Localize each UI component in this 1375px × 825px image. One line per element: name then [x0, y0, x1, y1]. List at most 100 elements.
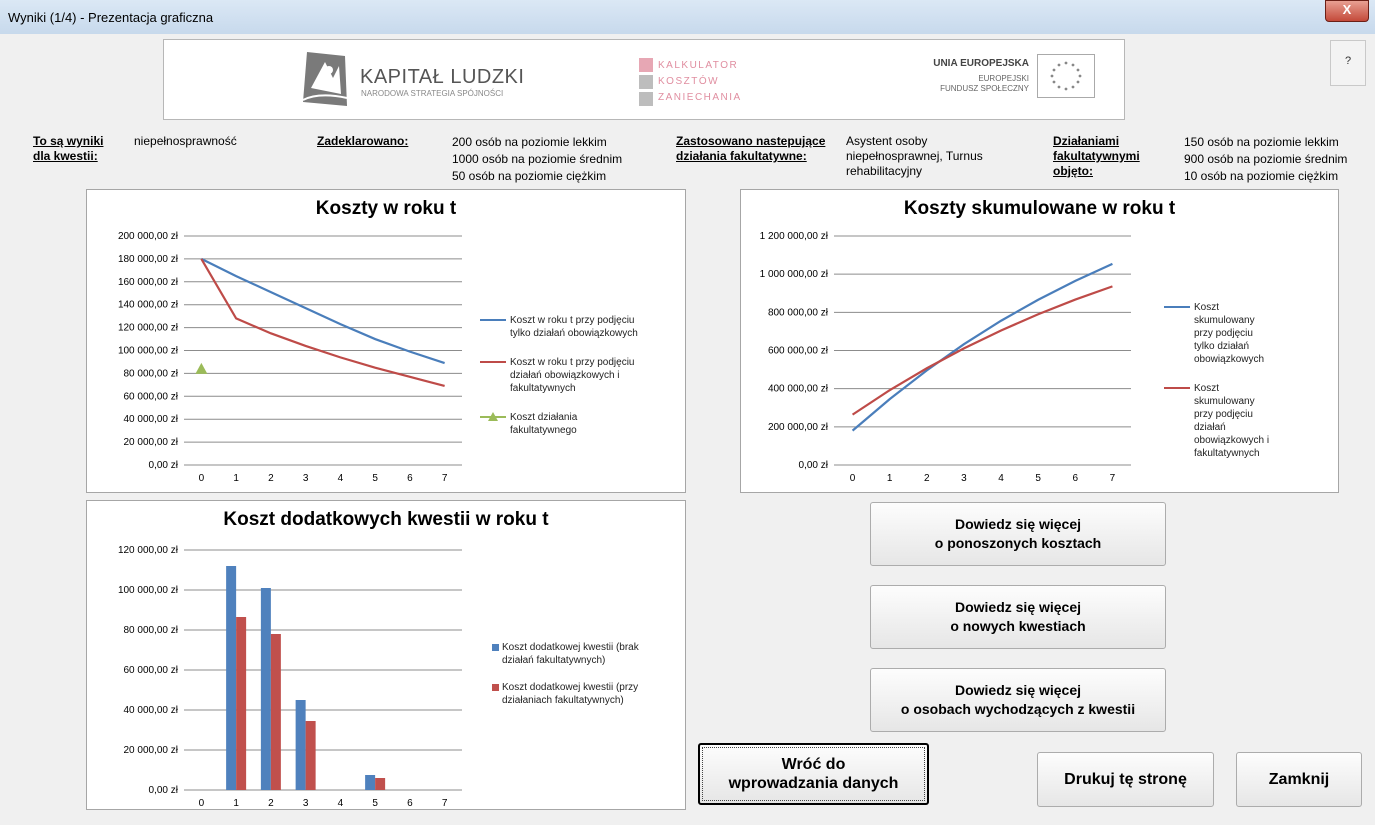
x-tick-label: 0 [199, 798, 205, 809]
y-tick-label: 120 000,00 zł [118, 323, 179, 334]
covered-item: 150 osób na poziomie lekkim [1184, 135, 1339, 149]
kapital-ludzki-logo-icon [302, 52, 348, 106]
legend-entry: działań fakultatywnych) [502, 655, 605, 666]
legend-entry: działaniach fakultatywnych) [502, 695, 624, 706]
results-label: To są wyniki dla kwestii: [33, 134, 104, 163]
x-tick-label: 4 [338, 798, 344, 809]
learn-leaving-button[interactable]: Dowiedz się więcej o osobach wychodzącyc… [870, 668, 1166, 732]
x-tick-label: 4 [998, 473, 1004, 484]
y-tick-label: 20 000,00 zł [124, 437, 179, 448]
y-tick-label: 60 000,00 zł [124, 391, 179, 402]
eu-flag-icon [1037, 54, 1095, 98]
y-tick-label: 40 000,00 zł [124, 414, 179, 425]
legend-entry: Koszt [1194, 302, 1219, 313]
covered-label: Działaniami fakultatywnymi objęto: [1053, 134, 1140, 178]
ue-title: UNIA EUROPEJSKA [933, 58, 1029, 69]
kapital-ludzki-title: KAPITAŁ LUDZKI [360, 66, 525, 88]
y-tick-label: 800 000,00 zł [768, 307, 829, 318]
ue-subtitle: EUROPEJSKI FUNDUSZ SPOŁECZNY [864, 74, 1029, 94]
x-tick-label: 5 [372, 473, 378, 484]
close-button[interactable]: Zamknij [1236, 752, 1362, 807]
legend-entry: działań [1194, 422, 1226, 433]
bar [270, 634, 281, 790]
ue-subtitle-line1: EUROPEJSKI [978, 74, 1029, 83]
chart-costs-year-plot: 200 000,00 zł 180 000,00 zł 160 000,00 zł 1… [118, 231, 638, 484]
bar [260, 588, 271, 790]
legend-entry: działań obowiązkowych i [510, 370, 620, 381]
x-tick-label: 5 [1035, 473, 1041, 484]
x-tick-label: 0 [850, 473, 856, 484]
covered-item: 10 osób na poziomie ciężkim [1184, 169, 1339, 183]
y-tick-label: 180 000,00 zł [118, 254, 179, 265]
chart-additional-plot: 120 000,00 zł100 000,00 zł80 000,00 zł60… [118, 545, 640, 809]
applied-label: Zastosowano nastepujące działania fakult… [676, 134, 826, 163]
legend-entry: skumulowany [1194, 315, 1255, 326]
chart-additional-issues: Koszt dodatkowych kwestii w roku t 120 0… [86, 500, 686, 810]
y-tick-label: 400 000,00 zł [768, 384, 829, 395]
y-tick-label: 80 000,00 zł [124, 625, 179, 636]
learn-new-issues-button[interactable]: Dowiedz się więcej o nowych kwestiach [870, 585, 1166, 649]
legend-entry: obowiązkowych i [1194, 435, 1269, 446]
help-button[interactable]: ? [1330, 40, 1366, 86]
print-page-button[interactable]: Drukuj tę stronę [1037, 752, 1214, 807]
kalkulator-logo-icon [639, 58, 653, 106]
x-tick-label: 2 [924, 473, 930, 484]
legend-entry: Koszt dodatkowej kwestii (brak [502, 642, 640, 653]
legend-entry: Koszt dodatkowej kwestii (przy [502, 682, 638, 693]
y-tick-label: 200 000,00 zł [118, 231, 179, 242]
logo-banner: KAPITAŁ LUDZKI NARODOWA STRATEGIA SPÓJNO… [163, 39, 1125, 120]
ue-subtitle-line2: FUNDUSZ SPOŁECZNY [940, 84, 1029, 93]
x-tick-label: 7 [1110, 473, 1116, 484]
y-tick-label: 80 000,00 zł [124, 368, 179, 379]
legend-entry: Koszt w roku t przy podjęciu [510, 357, 635, 368]
x-tick-label: 2 [268, 473, 274, 484]
x-tick-label: 6 [407, 798, 413, 809]
bar [226, 566, 237, 790]
chart-costs-year: Koszty w roku t 200 000,00 zł 180 000,00 … [86, 189, 686, 493]
legend-swatch [492, 684, 499, 691]
title-bar: Wyniki (1/4) - Prezentacja graficzna X [0, 0, 1375, 34]
learn-costs-button[interactable]: Dowiedz się więcej o ponoszonych kosztac… [870, 502, 1166, 566]
legend-entry: przy podjęciu [1194, 328, 1253, 339]
y-tick-label: 40 000,00 zł [124, 705, 179, 716]
kapital-ludzki-subtitle: NARODOWA STRATEGIA SPÓJNOŚCI [361, 89, 504, 98]
bar [375, 778, 386, 790]
declared-item: 50 osób na poziomie ciężkim [452, 169, 607, 183]
kalkulator-logo: KALKULATOR KOSZTÓW ZANIECHANIA [638, 56, 778, 108]
declared-label: Zadeklarowano: [317, 134, 409, 148]
y-tick-label: 60 000,00 zł [124, 665, 179, 676]
y-tick-label: 100 000,00 zł [118, 346, 179, 357]
legend-entry: tylko działań obowiązkowych [510, 328, 638, 339]
legend-entry: Koszt [1194, 383, 1219, 394]
x-tick-label: 6 [1073, 473, 1079, 484]
legend-swatch [492, 644, 499, 651]
close-window-button[interactable]: X [1325, 0, 1369, 22]
legend-entry: obowiązkowych [1194, 354, 1264, 365]
covered-list: 150 osób na poziomie lekkim 900 osób na … [1184, 134, 1347, 185]
x-tick-label: 7 [442, 798, 448, 809]
bar [305, 721, 316, 790]
x-tick-label: 5 [372, 798, 378, 809]
bar [236, 617, 247, 790]
kalkulator-line2: KOSZTÓW [658, 76, 720, 87]
y-tick-label: 200 000,00 zł [768, 422, 829, 433]
window-title: Wyniki (1/4) - Prezentacja graficzna [8, 10, 214, 25]
y-tick-label: 0,00 zł [799, 460, 829, 471]
legend-entry: fakultatywnego [510, 425, 577, 436]
y-tick-label: 140 000,00 zł [118, 300, 179, 311]
declared-list: 200 osób na poziomie lekkim 1000 osób na… [452, 134, 622, 185]
kalkulator-line1: KALKULATOR [658, 60, 739, 71]
y-tick-label: 160 000,00 zł [118, 277, 179, 288]
series-line [851, 262, 1113, 432]
y-tick-label: 600 000,00 zł [768, 346, 829, 357]
back-to-input-button[interactable]: Wróć do wprowadzania danych [698, 743, 929, 805]
legend-entry: fakultatywnych [1194, 448, 1260, 459]
x-tick-label: 7 [442, 473, 448, 484]
legend-entry: Koszt działania [510, 412, 578, 423]
legend-entry: tylko działań [1194, 341, 1249, 352]
y-tick-label: 0,00 zł [149, 785, 179, 796]
x-tick-label: 2 [268, 798, 274, 809]
y-tick-label: 1 000 000,00 zł [760, 269, 829, 280]
x-tick-label: 1 [887, 473, 893, 484]
declared-item: 1000 osób na poziomie średnim [452, 152, 623, 166]
